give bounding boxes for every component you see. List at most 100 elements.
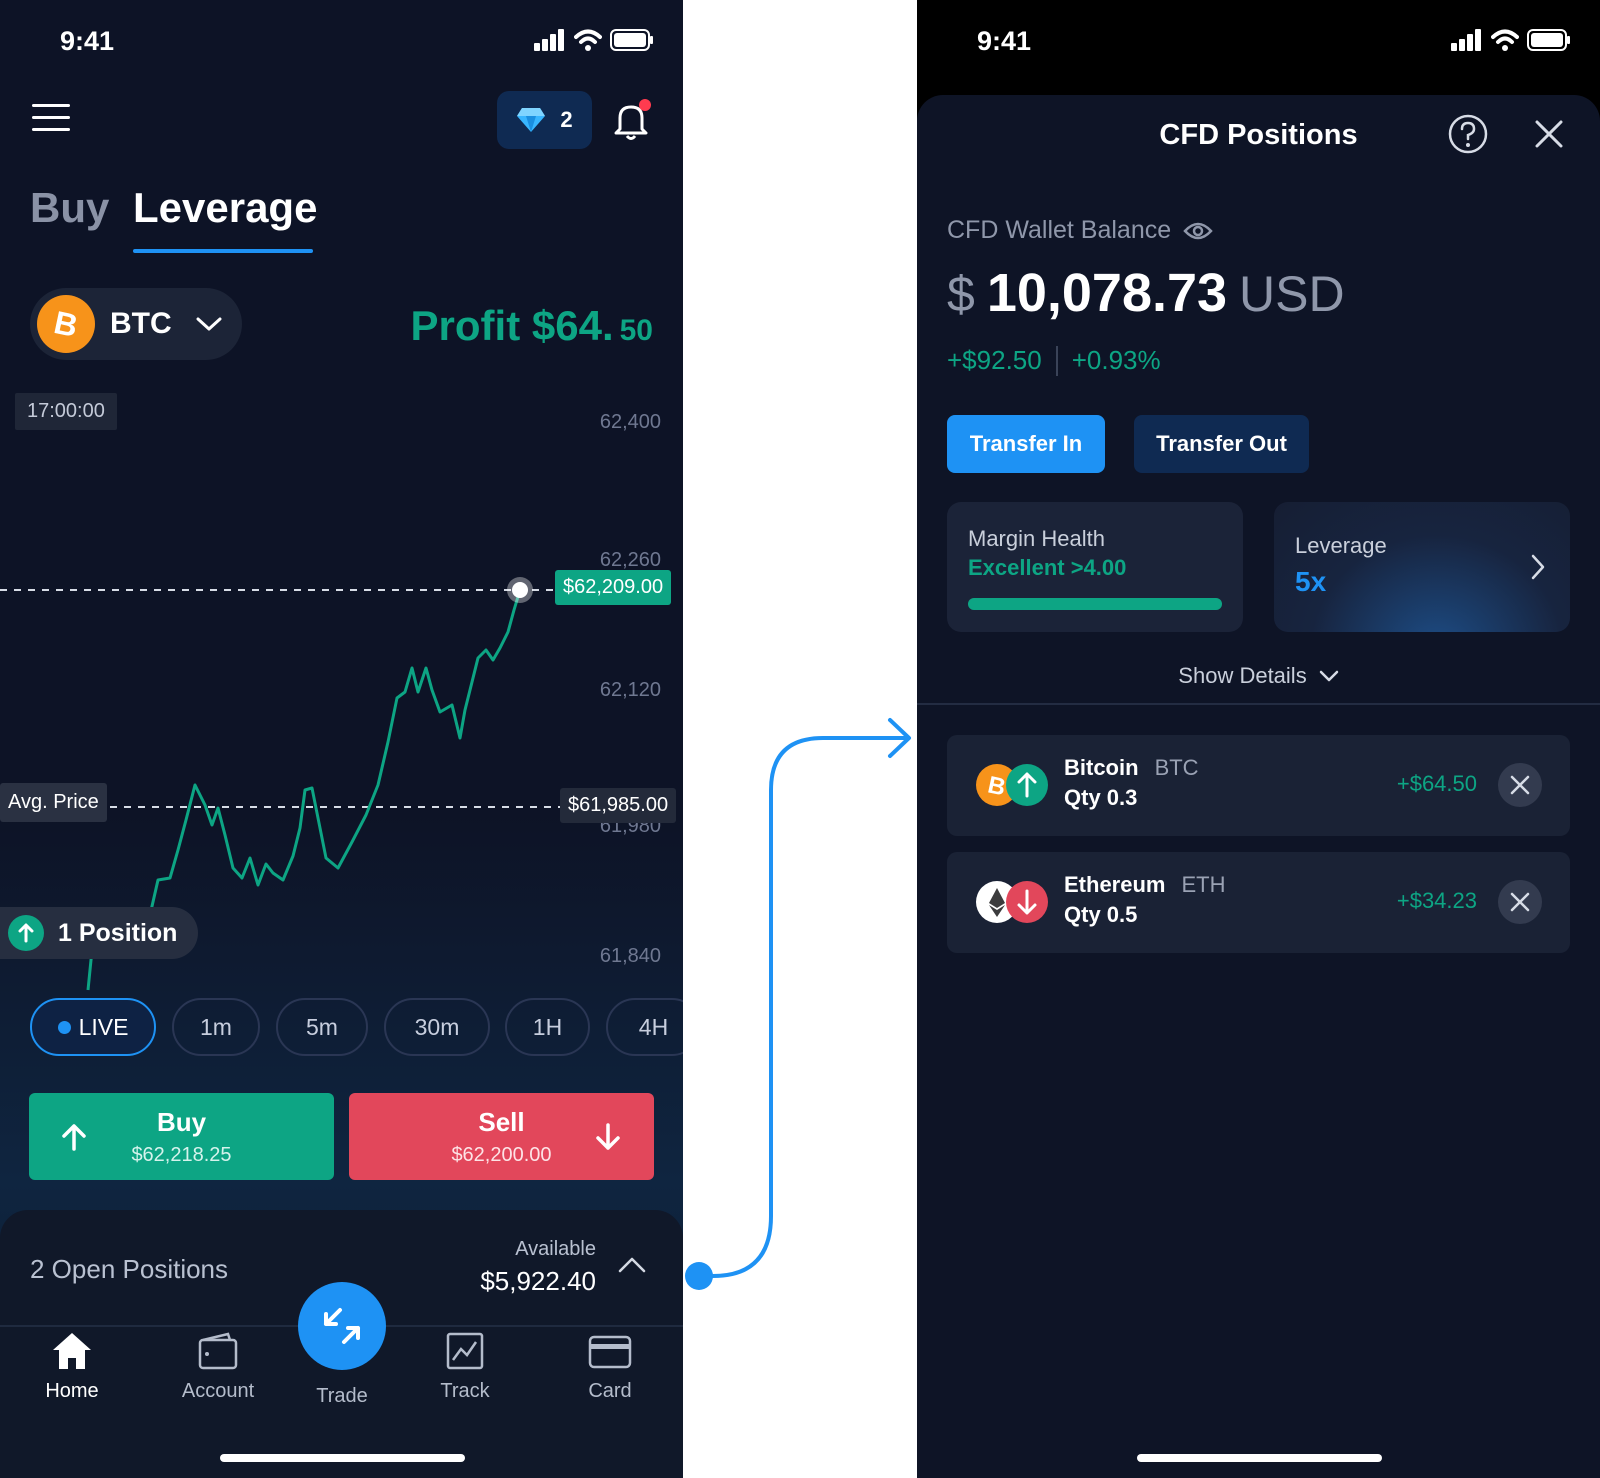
positions-badge-label: 1 Position [58,918,178,947]
nav-home[interactable]: Home [17,1330,127,1403]
cfd-positions-screen: 9:41 CFD Positions CFD Wallet Balance $ … [917,0,1600,1478]
bitcoin-up-icon: B [976,764,1048,806]
currency-symbol: $ [947,266,975,322]
margin-bar-fill [968,598,1222,610]
transfer-out-button[interactable]: Transfer Out [1134,415,1309,473]
range-5m[interactable]: 5m [276,998,368,1056]
nav-label: Track [440,1380,490,1402]
range-1h[interactable]: 1H [505,998,590,1056]
tab-leverage[interactable]: Leverage [133,184,317,232]
help-icon[interactable] [1448,114,1488,154]
position-qty: Qty 0.3 [1064,785,1138,810]
current-point [512,582,528,598]
balance-amount: 10,078.73 [986,263,1228,323]
chevron-down-icon [1319,670,1338,681]
leverage-label: Leverage [1295,533,1387,558]
balance-change: +$92.50 +0.93% [947,345,1161,376]
profit-cents: 50 [619,314,653,347]
chevron-up-icon[interactable] [618,1256,646,1274]
margin-value: Excellent >4.00 [968,555,1127,580]
leverage-card[interactable]: Leverage 5x [1274,502,1570,632]
gems-button[interactable]: 2 [497,91,592,149]
tab-underline [133,249,313,253]
range-1m[interactable]: 1m [172,998,260,1056]
buy-label: Buy [156,1107,207,1137]
close-position-button[interactable] [1498,763,1542,807]
position-name: Bitcoin [1064,755,1139,780]
position-row[interactable]: B Bitcoin BTC Qty 0.3 +$64.50 [947,735,1570,836]
chevron-down-icon [196,317,222,331]
arrow-up-icon [8,915,44,951]
balance-unit: USD [1239,266,1345,322]
range-label: LIVE [78,1013,129,1040]
positions-badge[interactable]: 1 Position [0,907,198,959]
transfer-in-label: Transfer In [969,431,1083,456]
nav-label: Account [181,1380,255,1402]
wallet-icon [198,1332,238,1370]
position-pnl: +$64.50 [1396,771,1477,796]
tab-buy[interactable]: Buy [30,184,109,232]
position-ticker: ETH [1181,872,1226,897]
asset-symbol: BTC [110,307,172,340]
nav-track[interactable]: Track [410,1330,520,1403]
ethereum-down-icon [976,881,1048,923]
chevron-right-icon [1531,554,1545,580]
wifi-icon [574,29,602,51]
range-label: 4H [638,1013,669,1040]
buy-button[interactable]: Buy $62,218.25 [29,1093,334,1180]
bitcoin-icon: B [37,295,95,353]
modal-title: CFD Positions [1159,119,1358,151]
divider [1055,345,1058,376]
balance-label-row: CFD Wallet Balance [947,216,1213,245]
leverage-value: 5x [1295,566,1327,597]
sell-button[interactable]: Sell $62,200.00 [349,1093,654,1180]
avg-price-label: Avg. Price [0,783,107,822]
range-label: 5m [306,1013,338,1040]
range-live[interactable]: LIVE [30,998,156,1056]
card-icon [588,1335,632,1369]
trade-fab[interactable] [298,1282,386,1370]
chart-icon [446,1332,484,1370]
asset-selector[interactable]: B BTC [30,288,242,360]
range-label: 1m [200,1013,232,1040]
notifications-button[interactable] [612,99,652,141]
gems-count: 2 [560,107,573,132]
available-value: $5,922.40 [480,1266,596,1296]
menu-icon[interactable] [32,104,70,132]
close-position-button[interactable] [1498,880,1542,924]
position-pnl: +$34.23 [1396,888,1477,913]
show-details-button[interactable]: Show Details [917,663,1600,689]
divider [917,703,1600,705]
margin-health-card: Margin Health Excellent >4.00 [947,502,1243,632]
range-4h[interactable]: 4H [606,998,683,1056]
signal-icon [534,29,564,51]
range-30m[interactable]: 30m [384,998,490,1056]
nav-label: Card [588,1380,632,1402]
eye-icon[interactable] [1183,220,1213,242]
position-row[interactable]: Ethereum ETH Qty 0.5 +$34.23 [947,852,1570,953]
flow-connector [685,718,911,1290]
transfer-out-label: Transfer Out [1156,431,1287,456]
home-icon [53,1333,91,1369]
position-title: Bitcoin BTC [1064,755,1199,781]
nav-account[interactable]: Account [163,1330,273,1403]
range-label: 1H [532,1013,563,1040]
close-icon[interactable] [1535,120,1563,148]
trade-screen: 9:41 2 Buy Leverage B BTC Profit $64. 50 … [0,0,683,1478]
range-label: 30m [414,1013,460,1040]
sell-price: $62,200.00 [451,1144,552,1166]
transfer-in-button[interactable]: Transfer In [947,415,1105,473]
wifi-icon [1491,29,1519,51]
signal-icon [1451,29,1481,51]
status-icons [1451,29,1571,51]
margin-bar-track [968,598,1222,610]
nav-card[interactable]: Card [555,1330,665,1403]
status-time: 9:41 [60,26,115,56]
nav-trade[interactable]: Trade [287,1385,397,1408]
bell-icon [614,99,651,140]
close-icon [1510,775,1530,795]
change-abs: +$92.50 [947,345,1042,375]
buy-price: $62,218.25 [131,1144,232,1166]
live-dot [57,1020,71,1034]
margin-label: Margin Health [968,526,1105,551]
